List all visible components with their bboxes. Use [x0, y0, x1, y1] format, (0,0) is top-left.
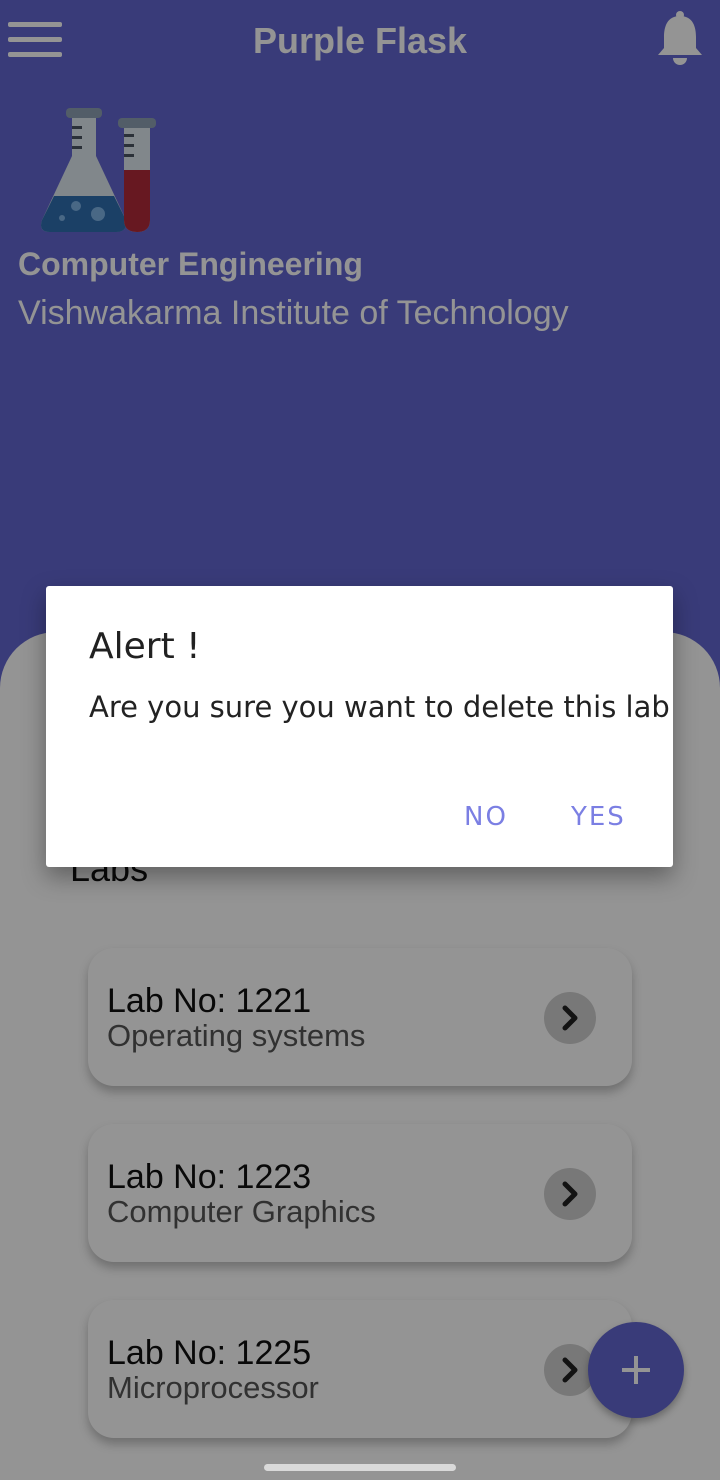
no-button[interactable]: NO: [464, 802, 508, 832]
alert-dialog: Alert ! Are you sure you want to delete …: [46, 586, 673, 867]
app-screen: Purple Flask Computer Engineering Vishwa…: [0, 0, 720, 1480]
home-indicator[interactable]: [264, 1464, 456, 1471]
dialog-title: Alert !: [89, 626, 201, 667]
dialog-message: Are you sure you want to delete this lab: [89, 690, 670, 724]
yes-button[interactable]: YES: [571, 802, 626, 832]
